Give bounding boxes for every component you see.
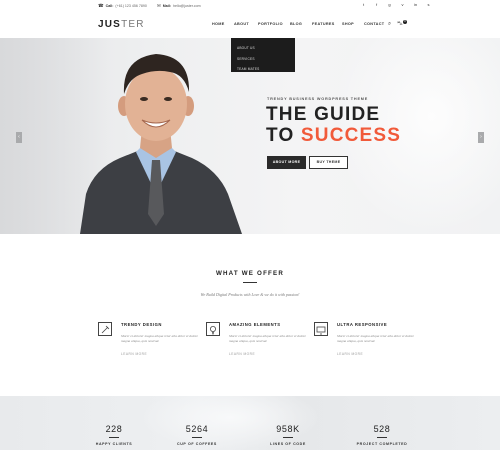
search-icon[interactable]: ⌕ <box>388 21 391 28</box>
feature-description: Morer et dolorer magna aliqua retur alia… <box>337 334 415 344</box>
headline-accent: SUCCESS <box>300 125 402 146</box>
feature-title: AMAZING ELEMENTS <box>229 322 281 327</box>
logo[interactable]: JUSTER <box>98 19 145 30</box>
call-label: Call: <box>105 4 114 8</box>
nav-contact[interactable]: CONTACT <box>364 22 384 26</box>
twitter-icon[interactable]: t <box>361 2 366 8</box>
google-plus-icon[interactable]: g <box>387 2 392 8</box>
counter-value: 228 <box>105 424 123 434</box>
lightbulb-icon <box>206 322 220 336</box>
counter-value: 5264 <box>185 424 209 434</box>
mail-contact: ✉ Mail: hello@juster.com <box>157 3 201 9</box>
nav-home[interactable]: HOME <box>212 22 225 26</box>
mail-label: Mail: <box>162 4 171 8</box>
slider-next-arrow[interactable]: › <box>478 132 484 143</box>
feature-description: Morer et dolorer magna aliqua retur alia… <box>229 334 307 344</box>
counter-label: CUP OF COFFEES <box>177 442 217 446</box>
stats-counters-section: 228 HAPPY CLIENTS 5264 CUP OF COFFEES 95… <box>0 396 500 450</box>
hero-headline-line2: TO SUCCESS <box>266 126 401 146</box>
dropdown-item-team-mates[interactable]: TEAM MATES <box>231 64 295 74</box>
feature-learn-more-link[interactable]: LEARN MORE <box>121 352 147 356</box>
phone-icon: ☎ <box>98 3 104 8</box>
counter-project-completed: 528 PROJECT COMPLETED <box>352 424 412 446</box>
call-value[interactable]: (+61) 123 456 7890 <box>115 4 146 8</box>
hero-headline-line1: THE GUIDE <box>266 104 381 125</box>
counter-divider <box>192 437 202 438</box>
mail-icon: ✉ <box>157 3 161 8</box>
dropdown-item-about-us[interactable]: ABOUT US <box>231 43 295 53</box>
headline-prefix: TO <box>266 125 301 146</box>
feature-learn-more-link[interactable]: LEARN MORE <box>229 352 255 356</box>
feature-title: ULTRA RESPONSIVE <box>337 322 388 327</box>
pencil-ruler-icon <box>98 322 112 336</box>
counter-happy-clients: 228 HAPPY CLIENTS <box>84 424 144 446</box>
counter-label: LINES OF CODE <box>270 442 306 446</box>
feature-title: TRENDY DESIGN <box>121 322 162 327</box>
skype-icon[interactable]: s <box>426 2 431 8</box>
nav-about[interactable]: ABOUT <box>234 22 249 26</box>
about-more-button[interactable]: ABOUT MORE <box>267 156 306 169</box>
cart-icon[interactable]: ⛍ <box>397 21 403 28</box>
hero-tagline: TRENDY BUSINESS WORDPRESS THEME <box>267 97 369 101</box>
counter-label: PROJECT COMPLETED <box>356 442 408 446</box>
slider-prev-arrow[interactable]: ‹ <box>16 132 22 143</box>
nav-features[interactable]: FEATURES <box>312 22 335 26</box>
nav-shop[interactable]: SHOP <box>342 22 354 26</box>
counter-divider <box>109 437 119 438</box>
feature-learn-more-link[interactable]: LEARN MORE <box>337 352 363 356</box>
offer-title-divider <box>243 282 257 283</box>
top-contact-bar: ☎ Call: (+61) 123 456 7890 ✉ Mail: hello… <box>0 0 500 12</box>
about-dropdown-menu: ABOUT US SERVICES TEAM MATES <box>231 38 295 72</box>
vimeo-icon[interactable]: v <box>400 2 405 8</box>
businessman-photo <box>80 54 242 234</box>
main-header: JUSTER HOME ABOUT PORTFOLIO BLOG FEATURE… <box>0 12 500 38</box>
cart-count-badge: 0 <box>403 20 407 24</box>
page: ☎ Call: (+61) 123 456 7890 ✉ Mail: hello… <box>0 0 500 450</box>
logo-thin: TER <box>121 19 145 30</box>
responsive-screen-icon <box>314 322 328 336</box>
dropdown-item-services[interactable]: SERVICES <box>231 53 295 63</box>
counter-divider <box>283 437 293 438</box>
nav-blog[interactable]: BLOG <box>290 22 302 26</box>
offer-section-title: WHAT WE OFFER <box>215 270 285 277</box>
buy-theme-button[interactable]: BUY THEME <box>309 156 348 169</box>
offer-section-subtitle: We Build Digital Products with Love & we… <box>200 292 300 297</box>
nav-portfolio[interactable]: PORTFOLIO <box>258 22 283 26</box>
counter-divider <box>377 437 387 438</box>
counter-cup-of-coffees: 5264 CUP OF COFFEES <box>167 424 227 446</box>
counter-value: 958K <box>276 424 300 434</box>
logo-bold: JUS <box>98 19 122 30</box>
counter-value: 528 <box>373 424 391 434</box>
feature-description: Morer et dolorer magna aliqua retur alia… <box>121 334 199 344</box>
phone-contact: ☎ Call: (+61) 123 456 7890 <box>98 3 147 9</box>
counter-label: HAPPY CLIENTS <box>95 442 133 446</box>
facebook-icon[interactable]: f <box>374 2 379 8</box>
social-links: t f g v in s <box>361 2 431 8</box>
counter-lines-of-code: 958K LINES OF CODE <box>258 424 318 446</box>
mail-value[interactable]: hello@juster.com <box>173 4 201 8</box>
linkedin-icon[interactable]: in <box>413 2 418 8</box>
